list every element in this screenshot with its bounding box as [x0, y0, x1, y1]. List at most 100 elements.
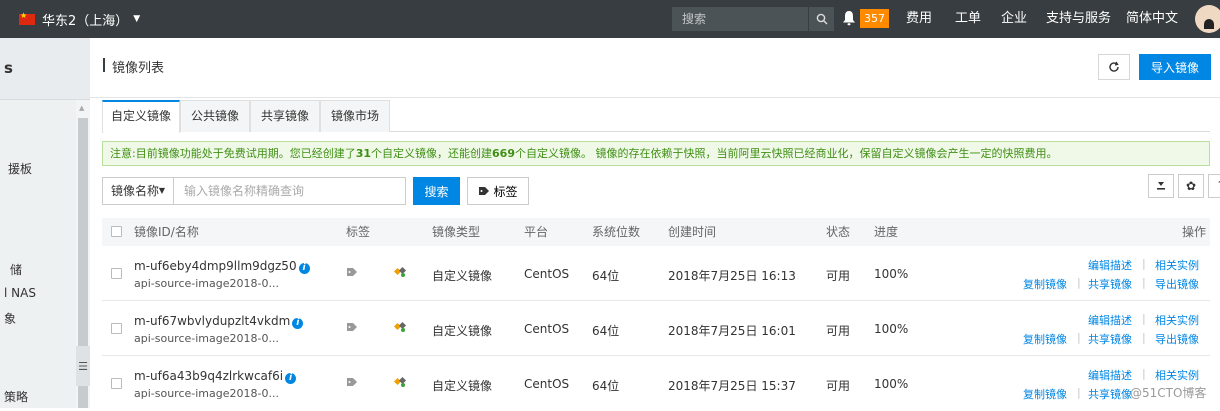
select-all-checkbox[interactable]: [111, 226, 122, 237]
tag-icon[interactable]: [346, 377, 358, 387]
image-id-cell: m-uf6eby4dmp9llm9dgz50 i: [134, 259, 310, 274]
table-row: m-uf67wbvlydupzlt4vkdm i api-source-image…: [102, 301, 1210, 356]
notification-badge[interactable]: 357: [860, 9, 889, 28]
sidebar-item-3[interactable]: 象: [4, 310, 16, 327]
nav-enterprise[interactable]: 企业: [1001, 0, 1027, 38]
col-bits: 系统位数: [592, 225, 641, 239]
sidebar-collapse-handle[interactable]: ☰: [76, 346, 90, 386]
sidebar-header: s: [0, 38, 90, 100]
related-instances-link[interactable]: 相关实例: [1155, 312, 1199, 328]
platform: CentOS: [524, 377, 570, 391]
nav-tickets[interactable]: 工单: [955, 0, 981, 38]
separator: |: [1142, 312, 1146, 325]
edit-description-link[interactable]: 编辑描述: [1088, 312, 1132, 328]
progress: 100%: [874, 377, 909, 391]
tab-public[interactable]: 公共镜像: [180, 100, 250, 132]
tag-filter-label: 标签: [493, 184, 518, 199]
avatar[interactable]: [1195, 5, 1220, 33]
export-list-button[interactable]: [1148, 174, 1174, 198]
filter-field-label: 镜像名称: [111, 184, 160, 198]
image-id[interactable]: m-uf67wbvlydupzlt4vkdm: [134, 314, 290, 328]
edit-description-link[interactable]: 编辑描述: [1088, 367, 1132, 383]
china-flag-icon: [19, 11, 35, 25]
image-id[interactable]: m-uf6eby4dmp9llm9dgz50: [134, 259, 297, 273]
tag-filter-button[interactable]: 标签: [467, 177, 529, 205]
edit-tag-icon[interactable]: [394, 376, 407, 388]
nav-support[interactable]: 支持与服务: [1046, 0, 1111, 38]
image-id[interactable]: m-uf6a43b9q4zlrkwcaf6i: [134, 369, 283, 383]
scroll-up-icon[interactable]: ▲: [79, 104, 84, 112]
export-image-link[interactable]: 导出镜像: [1155, 276, 1199, 292]
tab-shared[interactable]: 共享镜像: [250, 100, 320, 132]
row-checkbox[interactable]: [111, 268, 122, 279]
table-row: m-uf6a43b9q4zlrkwcaf6i i api-source-image…: [102, 356, 1210, 411]
edit-description-link[interactable]: 编辑描述: [1088, 257, 1132, 273]
progress: 100%: [874, 267, 909, 281]
notice-text-2: 个自定义镜像，还能创建: [371, 147, 493, 160]
tab-custom[interactable]: 自定义镜像: [102, 100, 180, 133]
help-button[interactable]: ?: [1208, 174, 1220, 198]
tag-icon[interactable]: [346, 322, 358, 332]
info-icon[interactable]: i: [298, 263, 310, 274]
region-selector[interactable]: 华东2（上海） ▼: [19, 0, 140, 38]
info-icon[interactable]: i: [292, 318, 304, 329]
region-label: 华东2（上海）: [42, 13, 129, 29]
table-row: m-uf6eby4dmp9llm9dgz50 i api-source-image…: [102, 246, 1210, 301]
notice-text-3: 个自定义镜像。 镜像的存在依赖于快照，当前阿里云快照已经商业化，保留自定义镜像会…: [515, 147, 1058, 160]
separator: |: [1142, 257, 1146, 270]
sidebar-header-text: s: [4, 59, 13, 77]
related-instances-link[interactable]: 相关实例: [1155, 257, 1199, 273]
bell-icon[interactable]: [842, 10, 856, 26]
filter-field-select[interactable]: 镜像名称 ▼: [102, 177, 174, 205]
image-id-cell: m-uf67wbvlydupzlt4vkdm i: [134, 314, 304, 329]
sidebar-item-0[interactable]: 援板: [8, 160, 32, 177]
col-id-name: 镜像ID/名称: [134, 225, 199, 239]
image-type: 自定义镜像: [432, 269, 493, 283]
share-image-link[interactable]: 共享镜像: [1088, 276, 1132, 292]
copy-image-link[interactable]: 复制镜像: [1023, 276, 1067, 292]
image-type: 自定义镜像: [432, 379, 493, 393]
watermark: @51CTO博客: [1130, 386, 1207, 400]
image-name-search-input[interactable]: [174, 177, 406, 205]
refresh-button[interactable]: [1098, 54, 1130, 80]
notice-remaining-count: 669: [492, 147, 515, 160]
global-search-input[interactable]: [672, 7, 808, 31]
filter-search-button[interactable]: 搜索: [413, 177, 460, 205]
tab-marketplace[interactable]: 镜像市场: [320, 100, 390, 132]
separator: |: [1077, 276, 1081, 289]
export-image-link[interactable]: 导出镜像: [1155, 331, 1199, 347]
share-image-link[interactable]: 共享镜像: [1088, 331, 1132, 347]
tag-icon[interactable]: [346, 267, 358, 277]
col-created: 创建时间: [668, 225, 717, 239]
sidebar-item-2[interactable]: l NAS: [4, 286, 36, 300]
row-checkbox[interactable]: [111, 323, 122, 334]
copy-image-link[interactable]: 复制镜像: [1023, 386, 1067, 402]
platform: CentOS: [524, 267, 570, 281]
notice-text-1: 注意:目前镜像功能处于免费试用期。您已经创建了: [110, 147, 356, 160]
nav-billing[interactable]: 费用: [906, 0, 932, 38]
settings-button[interactable]: ✿: [1178, 174, 1204, 198]
sidebar-item-4[interactable]: 策略: [4, 388, 28, 405]
notice-created-count: 31: [355, 147, 372, 160]
separator: |: [1142, 367, 1146, 380]
copy-image-link[interactable]: 复制镜像: [1023, 331, 1067, 347]
nav-language[interactable]: 简体中文: [1126, 0, 1178, 38]
sidebar-item-1[interactable]: 储: [10, 261, 22, 278]
page-title: 镜像列表: [112, 61, 165, 76]
related-instances-link[interactable]: 相关实例: [1155, 367, 1199, 383]
refresh-icon: [1109, 61, 1119, 72]
import-image-button[interactable]: 导入镜像: [1139, 54, 1211, 80]
title-accent: [103, 58, 105, 72]
col-actions: 操作: [1182, 225, 1207, 239]
share-image-link[interactable]: 共享镜像: [1088, 386, 1132, 402]
image-type: 自定义镜像: [432, 324, 493, 338]
row-checkbox[interactable]: [111, 378, 122, 389]
edit-tag-icon[interactable]: [394, 321, 407, 333]
edit-tag-icon[interactable]: [394, 266, 407, 278]
status: 可用: [826, 269, 851, 283]
info-icon[interactable]: i: [285, 373, 297, 384]
tag-icon: [479, 187, 490, 195]
image-name: api-source-image2018-0...: [134, 277, 279, 290]
search-button[interactable]: [808, 7, 834, 31]
status: 可用: [826, 379, 851, 393]
